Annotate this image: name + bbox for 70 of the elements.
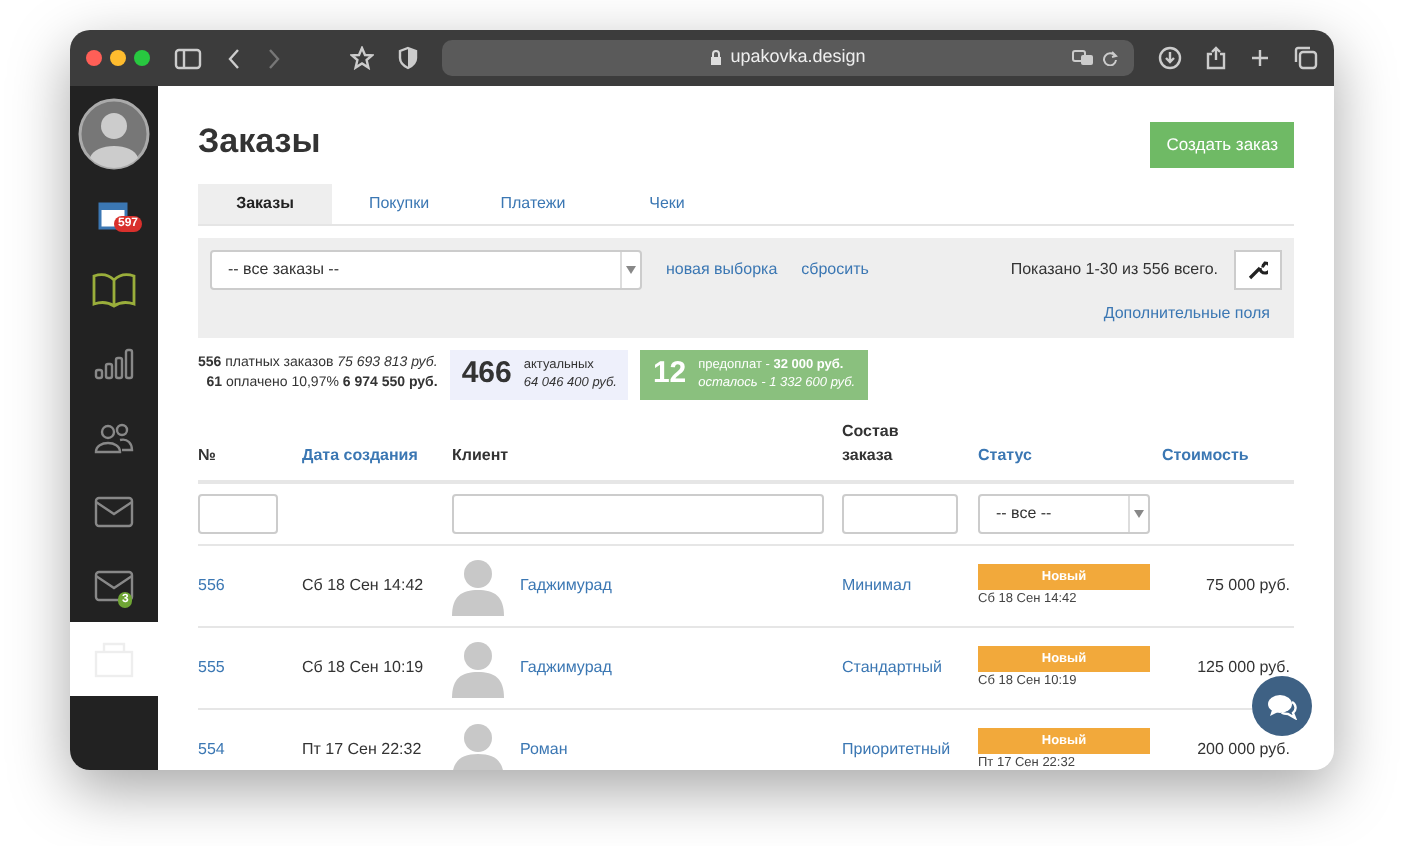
date-text: Сб 18 Сен 10:19 (302, 658, 424, 677)
wrench-icon (1248, 259, 1268, 280)
address-bar[interactable]: upakovka.design (442, 40, 1134, 76)
forward-icon[interactable] (266, 47, 282, 69)
window-control-dot[interactable] (134, 50, 150, 66)
page-title: Заказы (198, 122, 321, 163)
back-icon[interactable] (226, 47, 242, 69)
sortable-column-header[interactable]: Стоимость (1162, 445, 1249, 464)
settings-button[interactable] (1234, 249, 1282, 290)
book-icon (92, 271, 136, 307)
client-link[interactable]: Гаджимурад (520, 656, 612, 681)
composition-link[interactable]: Стандартный (842, 658, 942, 677)
people-icon (94, 421, 134, 453)
date-text: Пт 17 Сен 22:32 (302, 740, 422, 759)
chat-bubbles-icon (1266, 692, 1298, 720)
create-order-button[interactable]: Создать заказ (1150, 122, 1294, 168)
composition-link[interactable]: Минимал (842, 576, 912, 595)
tab[interactable]: Заказы (198, 183, 332, 224)
tab[interactable]: Платежи (466, 183, 600, 224)
window-control-dot[interactable] (86, 50, 102, 66)
filter-input[interactable] (842, 494, 958, 534)
url-text: upakovka.design (730, 44, 866, 71)
envelope-icon (94, 569, 134, 601)
plus-icon[interactable] (1250, 48, 1270, 68)
avatar-icon (78, 98, 150, 170)
tab[interactable]: Покупки (332, 183, 466, 224)
count-value: 12 (652, 354, 687, 394)
reload-icon[interactable] (1102, 50, 1118, 66)
column-header: Состав заказа (842, 419, 901, 468)
translate-icon[interactable] (1072, 50, 1094, 66)
order-number-link[interactable]: 556 (198, 576, 225, 595)
share-icon[interactable] (1206, 46, 1226, 70)
cost-text: 125 000 руб. (1197, 658, 1290, 677)
tab[interactable]: Чеки (600, 183, 734, 224)
lock-icon (710, 50, 723, 66)
client-link[interactable]: Гаджимурад (520, 574, 612, 599)
filter-input[interactable] (198, 494, 278, 534)
caret-icon (1134, 510, 1144, 518)
filter-input[interactable] (452, 494, 824, 534)
download-icon[interactable] (1158, 46, 1182, 70)
order-number-link[interactable]: 555 (198, 658, 225, 677)
order-filter-select[interactable]: -- все заказы -- (210, 249, 642, 290)
status-filter-select[interactable]: -- все -- (978, 494, 1150, 534)
bookmark-star-icon[interactable] (350, 46, 374, 70)
filter-link[interactable]: сбросить (801, 257, 869, 282)
window-control-dot[interactable] (110, 50, 126, 66)
filter-link[interactable]: новая выборка (666, 257, 778, 282)
caret-icon (626, 265, 636, 274)
cost-text: 75 000 руб. (1206, 576, 1290, 595)
person-silhouette-icon (452, 638, 504, 699)
person-silhouette-icon (452, 556, 504, 617)
cost-text: 200 000 руб. (1197, 740, 1290, 759)
date-text: Сб 18 Сен 14:42 (302, 576, 424, 595)
shield-icon[interactable] (398, 46, 418, 70)
client-link[interactable]: Роман (520, 738, 568, 763)
column-header: Клиент (452, 443, 509, 468)
extra-fields-link[interactable]: Дополнительные поля (1103, 301, 1270, 326)
sidebar-icon[interactable] (174, 47, 202, 69)
sortable-column-header[interactable]: Дата создания (302, 445, 418, 464)
person-silhouette-icon (452, 720, 504, 770)
tabs-icon[interactable] (1294, 46, 1318, 70)
sortable-column-header[interactable]: Статус (978, 445, 1032, 464)
order-number-link[interactable]: 554 (198, 740, 225, 759)
chat-button[interactable] (1252, 676, 1312, 736)
column-header: № (198, 443, 216, 468)
pagination-summary: Показано 1-30 из 556 всего. (1010, 257, 1218, 282)
envelope-icon (94, 495, 134, 527)
composition-link[interactable]: Приоритетный (842, 740, 951, 759)
signal-bars-icon (94, 347, 134, 379)
count-value: 466 (461, 354, 512, 394)
